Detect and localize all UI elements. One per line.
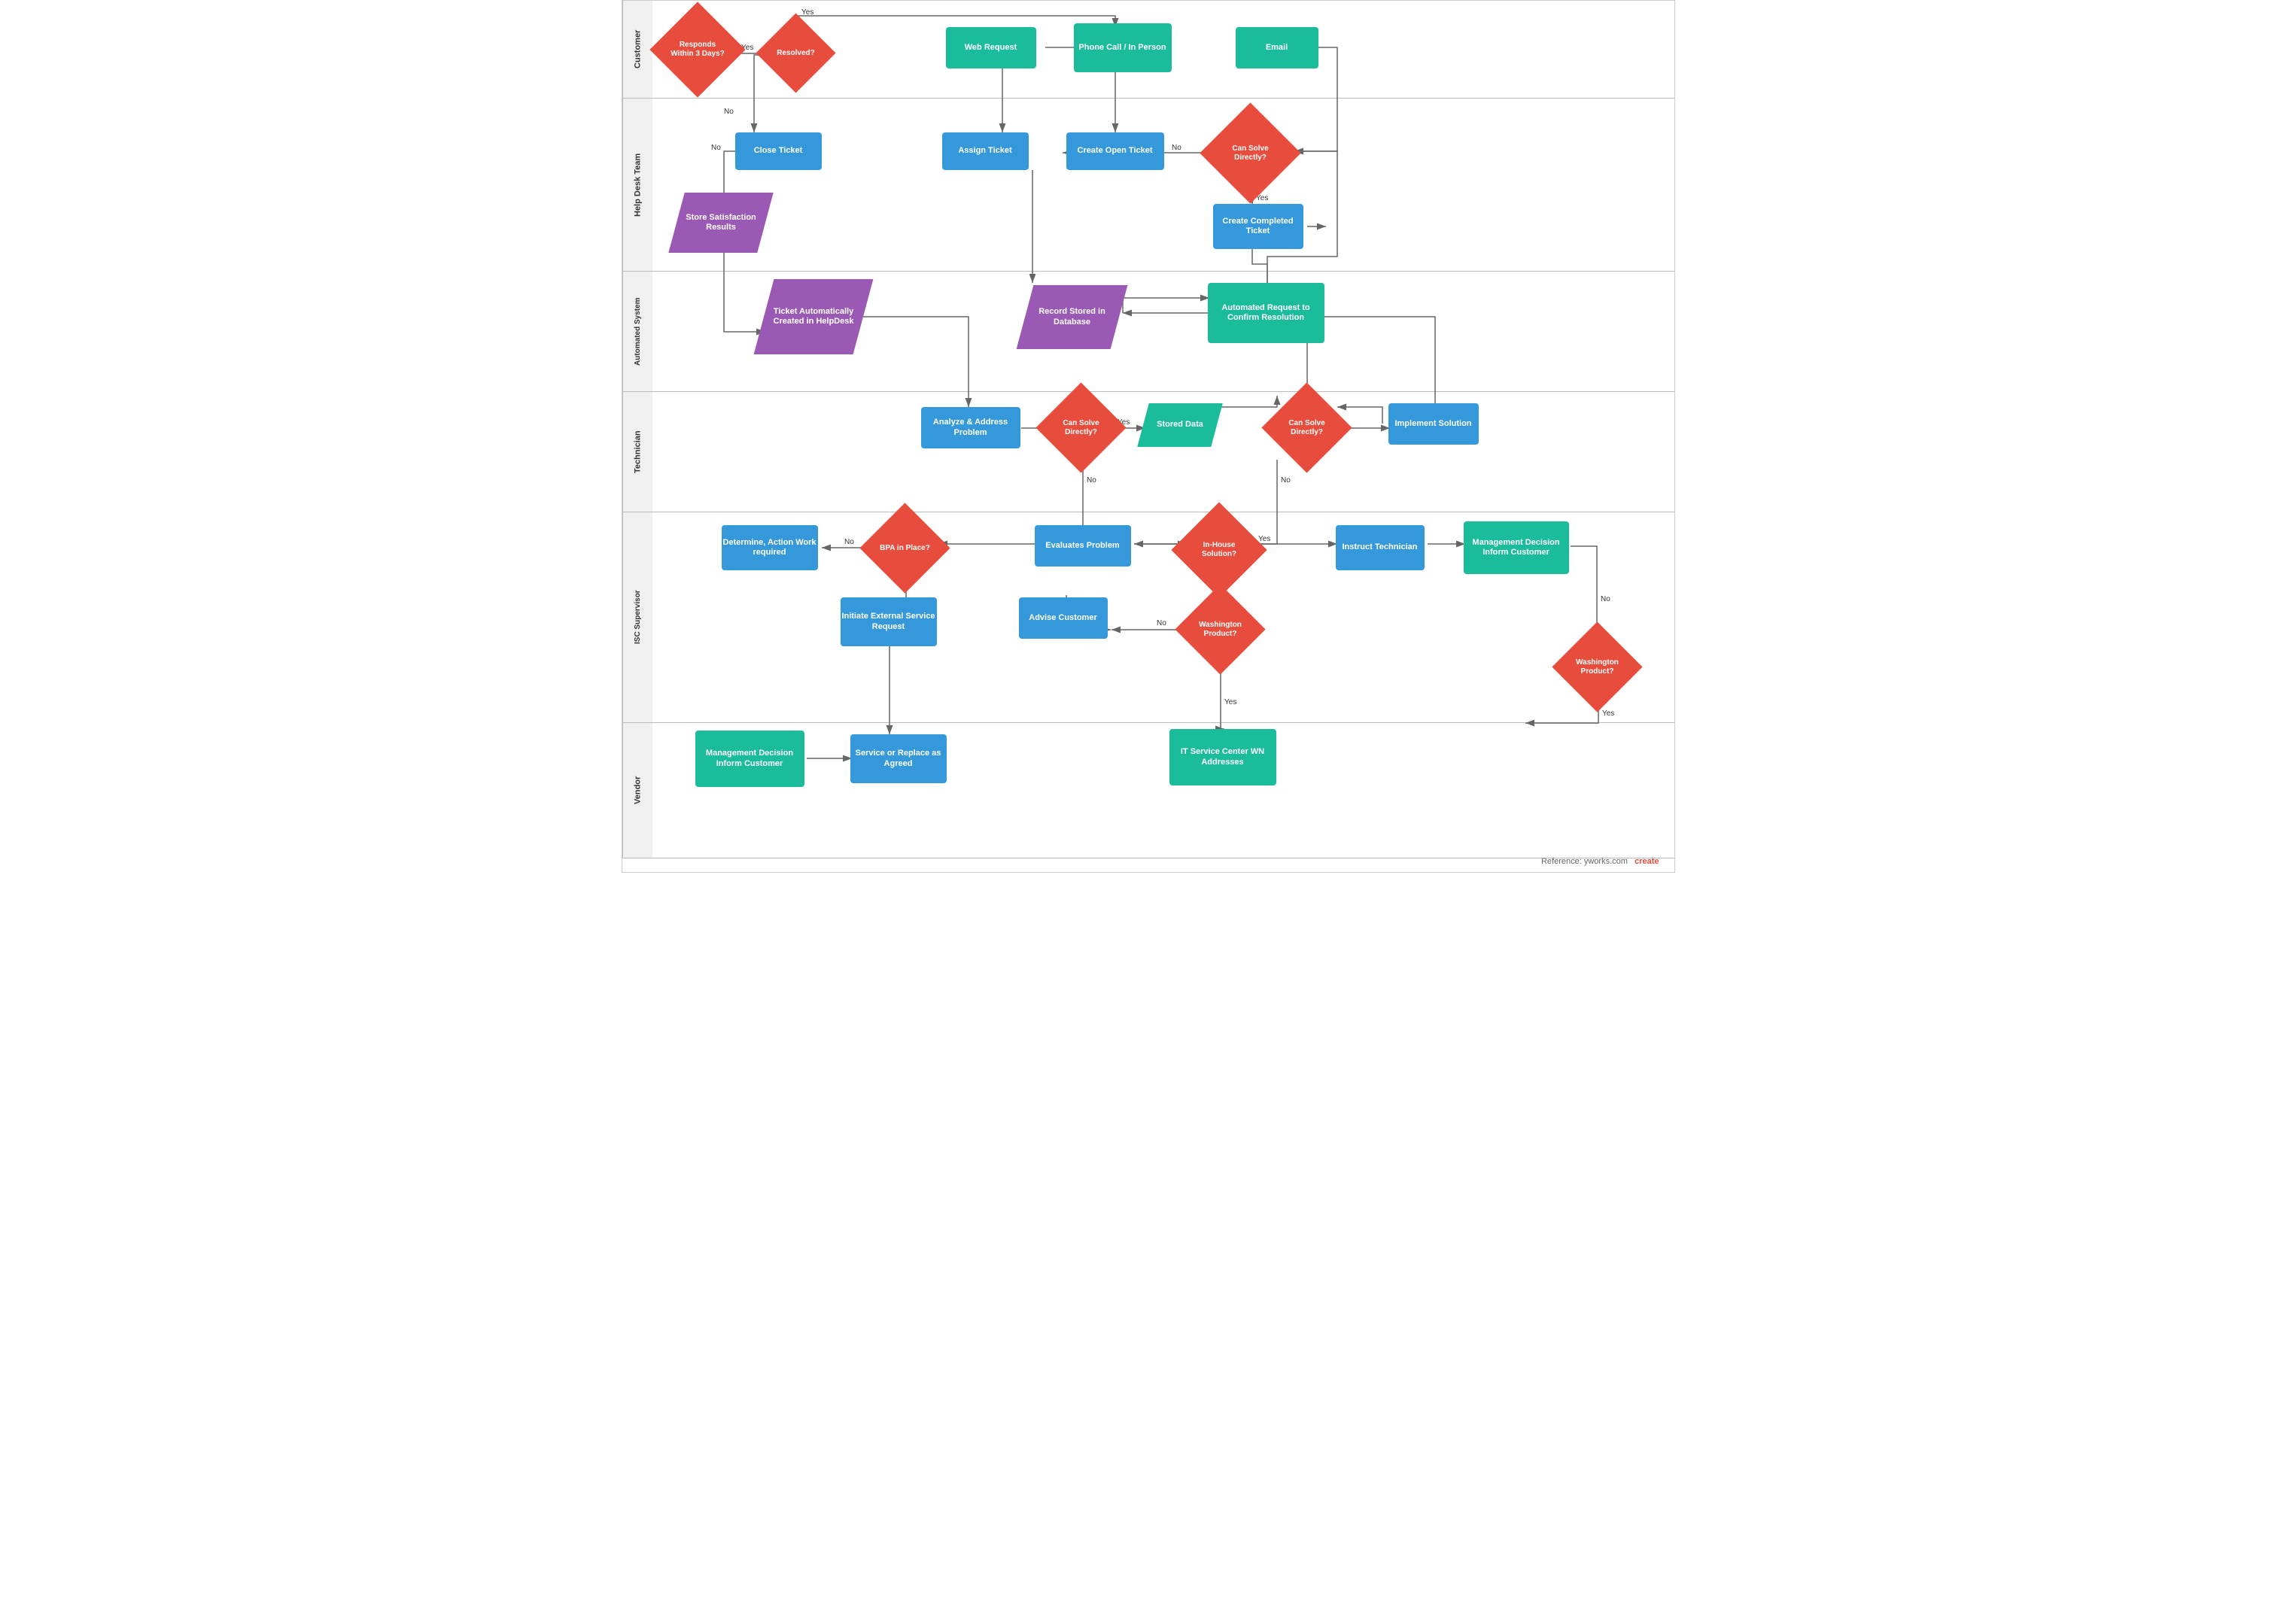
assign-ticket-label: Assign Ticket xyxy=(958,146,1011,156)
initiate-external-label: Initiate External Service Request xyxy=(841,612,937,631)
management-decision-isc-label: Management Decision Inform Customer xyxy=(1464,538,1569,557)
bpa-in-place-label: BPA in Place? xyxy=(873,516,937,580)
management-decision-isc-node: Management Decision Inform Customer xyxy=(1464,521,1569,574)
email-node: Email xyxy=(1236,27,1318,68)
responds-within-node: Responds Within 3 Days? xyxy=(649,2,745,97)
assign-ticket-node: Assign Ticket xyxy=(942,132,1029,170)
create-open-ticket-label: Create Open Ticket xyxy=(1077,146,1152,156)
can-solve-tech1-node: Can Solve Directly? xyxy=(1035,382,1126,472)
create-completed-ticket-label: Create Completed Ticket xyxy=(1213,217,1303,236)
lane-label-helpdesk: Help Desk Team xyxy=(622,99,652,271)
store-satisfaction-node: Store Satisfaction Results xyxy=(668,193,773,253)
bpa-in-place-node: BPA in Place? xyxy=(859,503,950,593)
automated-request-node: Automated Request to Confirm Resolution xyxy=(1208,283,1324,343)
initiate-external-node: Initiate External Service Request xyxy=(841,597,937,646)
lane-label-technician: Technician xyxy=(622,392,652,512)
ticket-auto-created-label: Ticket Automatically Created in HelpDesk xyxy=(764,279,863,354)
phone-call-label: Phone Call / In Person xyxy=(1078,43,1166,53)
determine-action-label: Determine, Action Work required xyxy=(722,538,818,557)
email-label: Email xyxy=(1266,43,1288,53)
lane-label-customer: Customer xyxy=(622,1,652,98)
stored-data-label: Stored Data xyxy=(1143,403,1217,447)
instruct-technician-label: Instruct Technician xyxy=(1342,542,1417,552)
evaluates-problem-label: Evaluates Problem xyxy=(1045,541,1119,551)
it-service-center-node: IT Service Center WN Addresses xyxy=(1169,729,1276,785)
responds-within-label: Responds Within 3 Days? xyxy=(664,16,731,84)
analyze-address-node: Analyze & Address Problem xyxy=(921,407,1020,448)
can-solve-tech1-label: Can Solve Directly? xyxy=(1049,396,1113,460)
close-ticket-node: Close Ticket xyxy=(735,132,822,170)
implement-solution-label: Implement Solution xyxy=(1394,419,1471,429)
evaluates-problem-node: Evaluates Problem xyxy=(1035,525,1131,567)
record-stored-node: Record Stored in Database xyxy=(1016,285,1127,349)
service-replace-label: Service or Replace as Agreed xyxy=(850,749,947,768)
create-brand: create xyxy=(1635,857,1659,866)
washington-product-label: Washington Product? xyxy=(1188,597,1252,661)
ticket-auto-created-node: Ticket Automatically Created in HelpDesk xyxy=(753,279,873,354)
analyze-address-label: Analyze & Address Problem xyxy=(921,418,1020,437)
management-decision-vendor-node: Management Decision Inform Customer xyxy=(695,731,804,787)
lane-label-automated: Automated System xyxy=(622,272,652,391)
washington-product-node: Washington Product? xyxy=(1175,584,1265,674)
resolved-node: Resolved? xyxy=(756,13,835,93)
resolved-label: Resolved? xyxy=(768,25,824,81)
can-solve-tech2-label: Can Solve Directly? xyxy=(1275,396,1339,460)
web-request-label: Web Request xyxy=(965,43,1017,53)
close-ticket-label: Close Ticket xyxy=(754,146,803,156)
lane-label-isc: ISC Supervisor xyxy=(622,512,652,722)
in-house-solution-label: In-House Solution? xyxy=(1185,516,1253,584)
phone-call-node: Phone Call / In Person xyxy=(1074,23,1172,72)
create-completed-ticket-node: Create Completed Ticket xyxy=(1213,204,1303,249)
service-replace-node: Service or Replace as Agreed xyxy=(850,734,947,783)
stored-data-node: Stored Data xyxy=(1137,403,1223,447)
lane-helpdesk: Help Desk Team xyxy=(622,99,1674,272)
washington-product2-node: Washington Product? xyxy=(1552,621,1642,712)
determine-action-node: Determine, Action Work required xyxy=(722,525,818,570)
diagram-wrapper: Customer Help Desk Team Automated System… xyxy=(622,0,1675,873)
advise-customer-node: Advise Customer xyxy=(1019,597,1108,639)
management-decision-vendor-label: Management Decision Inform Customer xyxy=(695,749,804,768)
instruct-technician-node: Instruct Technician xyxy=(1336,525,1425,570)
in-house-solution-node: In-House Solution? xyxy=(1171,502,1267,597)
it-service-center-label: IT Service Center WN Addresses xyxy=(1169,747,1276,767)
lane-label-vendor: Vendor xyxy=(622,723,652,858)
automated-request-label: Automated Request to Confirm Resolution xyxy=(1208,303,1324,323)
web-request-node: Web Request xyxy=(946,27,1036,68)
reference-text: Reference: yworks.com create xyxy=(1541,857,1659,866)
can-solve-directly-hd-node: Can Solve Directly? xyxy=(1200,102,1300,203)
can-solve-hd-label: Can Solve Directly? xyxy=(1215,117,1286,189)
implement-solution-node: Implement Solution xyxy=(1388,403,1479,445)
advise-customer-label: Advise Customer xyxy=(1029,613,1096,623)
washington-product2-label: Washington Product? xyxy=(1565,635,1629,699)
can-solve-tech2-node: Can Solve Directly? xyxy=(1261,382,1352,472)
record-stored-label: Record Stored in Database xyxy=(1025,285,1119,349)
store-satisfaction-label: Store Satisfaction Results xyxy=(677,193,765,253)
create-open-ticket-node: Create Open Ticket xyxy=(1066,132,1164,170)
